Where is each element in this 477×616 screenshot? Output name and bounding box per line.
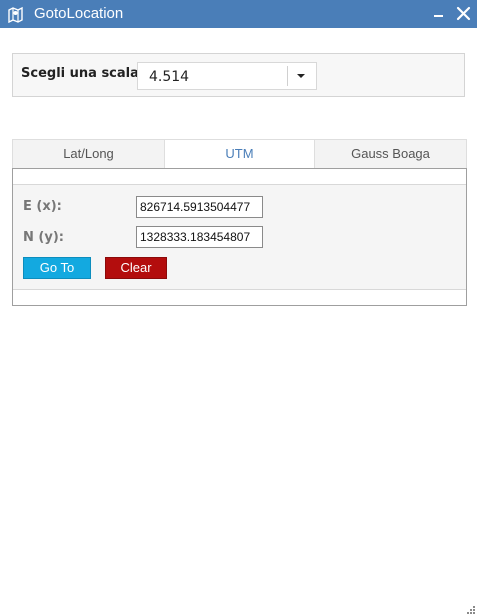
tab-gauss-boaga[interactable]: Gauss Boaga bbox=[314, 139, 467, 169]
utm-form: E (x): 826714.5913504477 N (y): 1328333.… bbox=[13, 184, 466, 290]
n-input[interactable]: 1328333.183454807 bbox=[136, 226, 263, 248]
e-label: E (x): bbox=[23, 199, 62, 214]
close-button[interactable] bbox=[454, 4, 474, 24]
select-divider bbox=[287, 66, 288, 86]
tab-utm[interactable]: UTM bbox=[164, 139, 315, 169]
close-icon bbox=[456, 6, 471, 21]
scale-label: Scegli una scala: bbox=[21, 66, 145, 81]
go-to-button[interactable]: Go To bbox=[23, 257, 91, 279]
window-title: GotoLocation bbox=[34, 5, 124, 22]
scale-panel: Scegli una scala: 4.514 bbox=[12, 53, 465, 97]
title-bar[interactable]: GotoLocation bbox=[0, 0, 477, 35]
coordinate-tabs: Lat/Long UTM Gauss Boaga bbox=[12, 139, 467, 169]
minimize-icon bbox=[434, 15, 443, 17]
tab-lat-long[interactable]: Lat/Long bbox=[12, 139, 165, 169]
scale-select[interactable]: 4.514 bbox=[137, 62, 317, 90]
utm-tab-panel: E (x): 826714.5913504477 N (y): 1328333.… bbox=[12, 168, 467, 306]
resize-grip-icon[interactable] bbox=[466, 605, 476, 615]
clear-button[interactable]: Clear bbox=[105, 257, 167, 279]
map-icon bbox=[8, 6, 23, 23]
goto-location-window: GotoLocation Scegli una scala: 4.514 Lat… bbox=[0, 0, 477, 616]
n-label: N (y): bbox=[23, 230, 64, 245]
e-input[interactable]: 826714.5913504477 bbox=[136, 196, 263, 218]
scale-value: 4.514 bbox=[149, 69, 190, 85]
chevron-down-icon[interactable] bbox=[293, 68, 309, 84]
minimize-button[interactable] bbox=[430, 4, 450, 24]
